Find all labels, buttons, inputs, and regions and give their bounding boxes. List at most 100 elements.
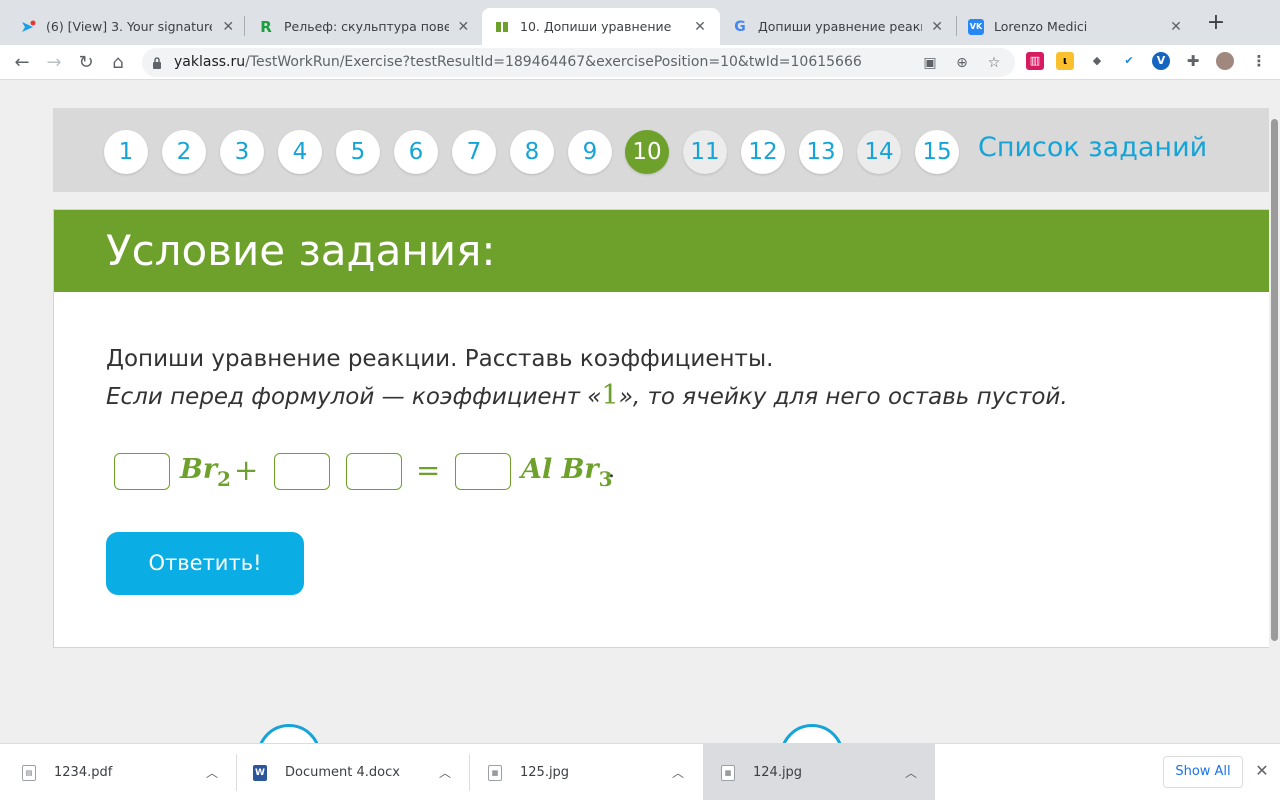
- extension-yellow-icon[interactable]: ι: [1056, 52, 1074, 70]
- word-file-icon: W: [253, 764, 267, 781]
- cast-icon[interactable]: ▣: [921, 54, 939, 72]
- address-bar[interactable]: yaklass.ru/TestWorkRun/Exercise?testResu…: [142, 48, 1015, 77]
- install-icon[interactable]: ⊕: [953, 54, 971, 72]
- download-filename: Document 4.docx: [285, 765, 400, 780]
- image-file-icon: ▦: [721, 764, 735, 781]
- page-scrollbar[interactable]: [1269, 81, 1280, 743]
- tab-title: Рельеф: скульптура поверхно: [284, 19, 449, 34]
- extensions-puzzle-icon[interactable]: ✚: [1184, 52, 1202, 70]
- google-icon: G: [734, 18, 746, 35]
- task-number-bar: 1 2 3 4 5 6 7 8 9 10 11 12 13 14 15 Спис…: [53, 108, 1280, 192]
- task-number-4[interactable]: 4: [278, 130, 322, 174]
- task-number-2[interactable]: 2: [162, 130, 206, 174]
- equals-sign: =: [416, 453, 441, 487]
- coefficient-input-1[interactable]: [114, 453, 170, 490]
- download-bar: ▤ 1234.pdf ︿ W Document 4.docx ︿ ▦ 125.j…: [0, 743, 1280, 800]
- task-number-13[interactable]: 13: [799, 130, 843, 174]
- close-icon[interactable]: ✕: [692, 19, 708, 35]
- task-instruction: Допиши уравнение реакции. Расставь коэфф…: [106, 346, 774, 372]
- r-logo-icon: R: [260, 17, 272, 36]
- task-number-3[interactable]: 3: [220, 130, 264, 174]
- chevron-up-icon[interactable]: ︿: [672, 764, 684, 781]
- task-heading: Условие задания:: [106, 226, 496, 275]
- back-arrow-icon[interactable]: ←: [10, 51, 34, 75]
- tab-relief[interactable]: R Рельеф: скульптура поверхно ✕: [246, 8, 482, 45]
- action-circle-left[interactable]: [257, 724, 321, 743]
- task-card: Условие задания: Допиши уравнение реакци…: [53, 209, 1280, 648]
- flag-icon: [20, 19, 36, 35]
- extension-red-icon[interactable]: ▥: [1026, 52, 1044, 70]
- show-all-button[interactable]: Show All: [1163, 756, 1243, 788]
- task-number-14[interactable]: 14: [857, 130, 901, 174]
- url-text: yaklass.ru/TestWorkRun/Exercise?testResu…: [174, 54, 862, 70]
- tab-title: (6) [View] 3. Your signature: [46, 19, 213, 34]
- coefficient-input-2[interactable]: [274, 453, 330, 490]
- formula-albr3: Al Br3: [521, 454, 613, 491]
- chevron-up-icon[interactable]: ︿: [439, 764, 451, 781]
- task-number-8[interactable]: 8: [510, 130, 554, 174]
- extension-cube-icon[interactable]: ◆: [1088, 52, 1106, 70]
- download-item-1234-pdf[interactable]: ▤ 1234.pdf ︿: [0, 744, 235, 800]
- chevron-up-icon[interactable]: ︿: [206, 764, 218, 781]
- tab-dopishi-uravnenie[interactable]: 10. Допиши уравнение ✕: [482, 8, 720, 45]
- new-tab-icon[interactable]: +: [1204, 12, 1228, 36]
- action-circle-right[interactable]: [780, 724, 844, 743]
- task-number-10[interactable]: 10: [625, 130, 669, 174]
- task-number-12[interactable]: 12: [741, 130, 785, 174]
- menu-dots-icon[interactable]: ⋮: [1250, 52, 1268, 70]
- close-icon[interactable]: ✕: [1253, 762, 1271, 780]
- extension-shield-icon[interactable]: V: [1152, 52, 1170, 70]
- download-filename: 1234.pdf: [54, 765, 113, 780]
- scrollbar-thumb[interactable]: [1271, 119, 1278, 641]
- task-hint-before: Если перед формулой — коэффициент «: [106, 384, 602, 410]
- close-icon[interactable]: ✕: [457, 19, 470, 35]
- task-number-7[interactable]: 7: [452, 130, 496, 174]
- close-icon[interactable]: ✕: [220, 19, 236, 35]
- profile-avatar[interactable]: [1216, 52, 1234, 70]
- url-path: /TestWorkRun/Exercise?testResultId=18946…: [245, 54, 862, 70]
- task-hint-after: », то ячейку для него оставь пустой.: [618, 384, 1068, 410]
- tab-your-signature[interactable]: (6) [View] 3. Your signature ✕: [8, 8, 248, 45]
- task-hint: Если перед формулой — коэффициент «1», т…: [106, 380, 1068, 411]
- task-number-1[interactable]: 1: [104, 130, 148, 174]
- download-item-document-4-docx[interactable]: W Document 4.docx ︿: [237, 744, 468, 800]
- image-file-icon: ▦: [488, 764, 502, 781]
- task-number-9[interactable]: 9: [568, 130, 612, 174]
- close-icon[interactable]: ✕: [1168, 19, 1184, 35]
- formula-br-subscript: 2: [217, 467, 231, 491]
- task-hint-one: 1: [601, 380, 619, 411]
- bookmark-star-icon[interactable]: ☆: [985, 54, 1003, 72]
- chevron-up-icon[interactable]: ︿: [905, 764, 917, 781]
- file-icon: ▤: [22, 764, 36, 781]
- tab-title: 10. Допиши уравнение: [520, 19, 672, 34]
- formula-albr-symbol: Al Br: [521, 454, 599, 485]
- task-number-5[interactable]: 5: [336, 130, 380, 174]
- equation-period: .: [608, 458, 615, 483]
- vk-icon: VK: [968, 18, 984, 35]
- page-content: 1 2 3 4 5 6 7 8 9 10 11 12 13 14 15 Спис…: [0, 81, 1280, 743]
- lock-icon: [152, 55, 162, 69]
- url-host: yaklass.ru: [174, 54, 246, 70]
- forward-arrow-icon[interactable]: →: [42, 51, 66, 75]
- reload-icon[interactable]: ↻: [74, 51, 98, 75]
- close-icon[interactable]: ✕: [930, 19, 944, 35]
- download-filename: 124.jpg: [753, 765, 803, 780]
- tab-title: Допиши уравнение реакции.: [758, 19, 922, 34]
- task-list-link[interactable]: Список заданий: [978, 132, 1207, 163]
- task-number-6[interactable]: 6: [394, 130, 438, 174]
- tab-google-search[interactable]: G Допиши уравнение реакции. ✕: [720, 8, 956, 45]
- tab-separator: [244, 16, 245, 36]
- tab-title: Lorenzo Medici: [994, 19, 1088, 34]
- formula-input[interactable]: [346, 453, 402, 490]
- task-number-15[interactable]: 15: [915, 130, 959, 174]
- answer-button[interactable]: Ответить!: [106, 532, 304, 595]
- coefficient-input-3[interactable]: [455, 453, 511, 490]
- home-icon[interactable]: ⌂: [106, 51, 130, 75]
- download-item-125-jpg[interactable]: ▦ 125.jpg ︿: [470, 744, 702, 800]
- tab-strip: (6) [View] 3. Your signature ✕ R Рельеф:…: [0, 0, 1280, 45]
- download-item-124-jpg[interactable]: ▦ 124.jpg ︿: [703, 744, 935, 800]
- task-header: Условие задания:: [54, 210, 1279, 292]
- extension-check-icon[interactable]: ✔: [1120, 52, 1138, 70]
- tab-vk[interactable]: VK Lorenzo Medici ✕: [956, 8, 1196, 45]
- task-number-11[interactable]: 11: [683, 130, 727, 174]
